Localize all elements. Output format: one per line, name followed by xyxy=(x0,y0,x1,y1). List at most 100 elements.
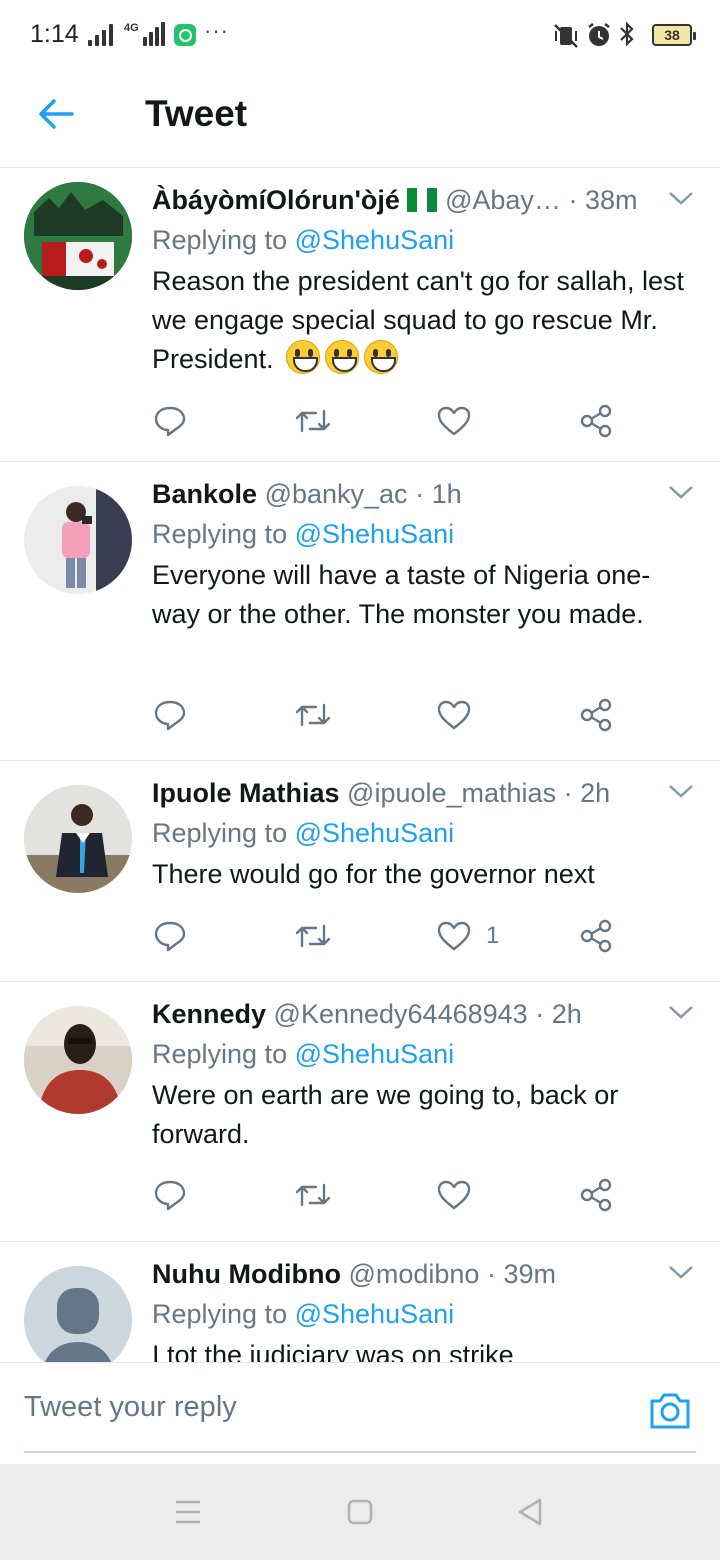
separator-dot: · xyxy=(568,185,578,215)
avatar[interactable] xyxy=(24,486,132,594)
author-name[interactable]: Kennedy xyxy=(152,999,266,1029)
mention-link[interactable]: @ShehuSani xyxy=(295,1299,455,1329)
caret-down-icon[interactable] xyxy=(666,1000,696,1024)
camera-button[interactable] xyxy=(648,1389,692,1433)
author-name[interactable]: ÀbáyòmíOlórun'òjé xyxy=(152,185,400,215)
reply-button[interactable] xyxy=(152,690,188,740)
grinning-emoji-icon xyxy=(325,340,360,374)
tweet-reply-input[interactable] xyxy=(24,1391,584,1424)
reply-icon xyxy=(154,1180,186,1211)
caret-down-icon[interactable] xyxy=(666,480,696,504)
mention-link[interactable]: @ShehuSani xyxy=(295,225,455,255)
like-icon xyxy=(437,1180,471,1210)
mention-link[interactable]: @ShehuSani xyxy=(295,1039,455,1069)
retweet-icon xyxy=(295,409,331,433)
retweet-button[interactable] xyxy=(294,911,332,961)
replying-to: Replying to @ShehuSani xyxy=(152,516,696,554)
share-button[interactable] xyxy=(578,1170,614,1220)
like-button[interactable] xyxy=(436,1170,486,1220)
status-right: 38 xyxy=(552,20,696,50)
home-button[interactable] xyxy=(340,1492,380,1532)
tweet-header: Ipuole Mathias @ipuole_mathias · 2h xyxy=(152,775,696,811)
author-handle[interactable]: @Abay… xyxy=(445,185,561,215)
share-button[interactable] xyxy=(578,396,614,446)
system-nav-bar xyxy=(0,1464,720,1560)
replying-prefix: Replying to xyxy=(152,519,288,549)
share-button[interactable] xyxy=(578,690,614,740)
camera-icon xyxy=(650,1393,690,1429)
tweet-text: I tot the judiciary was on strike xyxy=(152,1340,514,1362)
like-button[interactable] xyxy=(436,396,486,446)
reply-tweet[interactable]: Bankole @banky_ac · 1h Replying to @Sheh… xyxy=(0,462,720,761)
tweet-time: 39m xyxy=(503,1259,556,1289)
avatar[interactable] xyxy=(24,1266,132,1362)
avatar-image xyxy=(24,486,132,594)
author-name[interactable]: Nuhu Modibno xyxy=(152,1259,341,1289)
reply-button[interactable] xyxy=(152,1170,188,1220)
reply-tweet[interactable]: ÀbáyòmíOlórun'òjé @Abay… · 38m Replying … xyxy=(0,168,720,462)
avatar[interactable] xyxy=(24,785,132,893)
retweet-button[interactable] xyxy=(294,1170,332,1220)
whatsapp-icon xyxy=(174,24,196,46)
more-notifications-icon: ··· xyxy=(204,18,229,43)
retweet-button[interactable] xyxy=(294,690,332,740)
caret-down-icon[interactable] xyxy=(666,779,696,803)
tweet-body: Kennedy @Kennedy64468943 · 2h Replying t… xyxy=(152,996,696,1154)
reply-tweet[interactable]: Kennedy @Kennedy64468943 · 2h Replying t… xyxy=(0,982,720,1242)
tweet-header: Kennedy @Kennedy64468943 · 2h xyxy=(152,996,696,1032)
tweet-body: Ipuole Mathias @ipuole_mathias · 2h Repl… xyxy=(152,775,696,894)
separator-dot: · xyxy=(415,479,425,509)
separator-dot: · xyxy=(486,1259,496,1289)
author-name[interactable]: Bankole xyxy=(152,479,257,509)
reply-feed[interactable]: ÀbáyòmíOlórun'òjé @Abay… · 38m Replying … xyxy=(0,168,720,1362)
share-icon xyxy=(580,698,612,732)
recent-apps-button[interactable] xyxy=(168,1492,208,1532)
author-name[interactable]: Ipuole Mathias xyxy=(152,778,340,808)
avatar-image xyxy=(24,785,132,893)
tweet-actions xyxy=(152,396,632,446)
share-icon xyxy=(580,919,612,953)
separator-dot: · xyxy=(535,999,545,1029)
tweet-header: Bankole @banky_ac · 1h xyxy=(152,476,696,512)
reply-tweet[interactable]: Nuhu Modibno @modibno · 39m Replying to … xyxy=(0,1242,720,1362)
tweet-text: Everyone will have a taste of Nigeria on… xyxy=(152,560,651,629)
like-button[interactable]: 1 xyxy=(436,911,499,961)
author-handle[interactable]: @Kennedy64468943 xyxy=(274,999,528,1029)
like-icon xyxy=(437,406,471,436)
system-back-button[interactable] xyxy=(510,1492,550,1532)
like-icon xyxy=(437,700,471,730)
mention-link[interactable]: @ShehuSani xyxy=(295,818,455,848)
mention-link[interactable]: @ShehuSani xyxy=(295,519,455,549)
tweet-time: 2h xyxy=(551,999,582,1029)
avatar[interactable] xyxy=(24,182,132,290)
replying-prefix: Replying to xyxy=(152,818,288,848)
status-time: 1:14 xyxy=(30,20,79,48)
avatar[interactable] xyxy=(24,1006,132,1114)
author-handle[interactable]: @ipuole_mathias xyxy=(347,778,556,808)
reply-button[interactable] xyxy=(152,911,188,961)
app-header: Tweet xyxy=(0,62,720,168)
tweet-header: Nuhu Modibno @modibno · 39m xyxy=(152,1256,696,1292)
grinning-emoji-icon xyxy=(286,340,321,374)
caret-down-icon[interactable] xyxy=(666,1260,696,1284)
like-icon xyxy=(437,921,471,951)
share-button[interactable] xyxy=(578,911,614,961)
like-count: 1 xyxy=(486,922,500,949)
reply-button[interactable] xyxy=(152,396,188,446)
avatar-image xyxy=(24,182,132,290)
retweet-icon xyxy=(295,703,331,727)
reply-tweet[interactable]: Ipuole Mathias @ipuole_mathias · 2h Repl… xyxy=(0,761,720,982)
like-button[interactable] xyxy=(436,690,486,740)
author-handle[interactable]: @banky_ac xyxy=(265,479,408,509)
caret-down-icon[interactable] xyxy=(666,186,696,210)
tweet-text-content: Reason the president can't go for sallah… xyxy=(152,266,684,374)
reply-icon xyxy=(154,406,186,437)
retweet-button[interactable] xyxy=(294,396,332,446)
author-handle[interactable]: @modibno xyxy=(348,1259,479,1289)
replying-prefix: Replying to xyxy=(152,225,288,255)
compose-field xyxy=(24,1363,696,1453)
signal-icon xyxy=(88,22,116,46)
back-button[interactable] xyxy=(30,88,82,140)
tweet-text: Were on earth are we going to, back or f… xyxy=(152,1080,619,1149)
replying-to: Replying to @ShehuSani xyxy=(152,222,696,260)
